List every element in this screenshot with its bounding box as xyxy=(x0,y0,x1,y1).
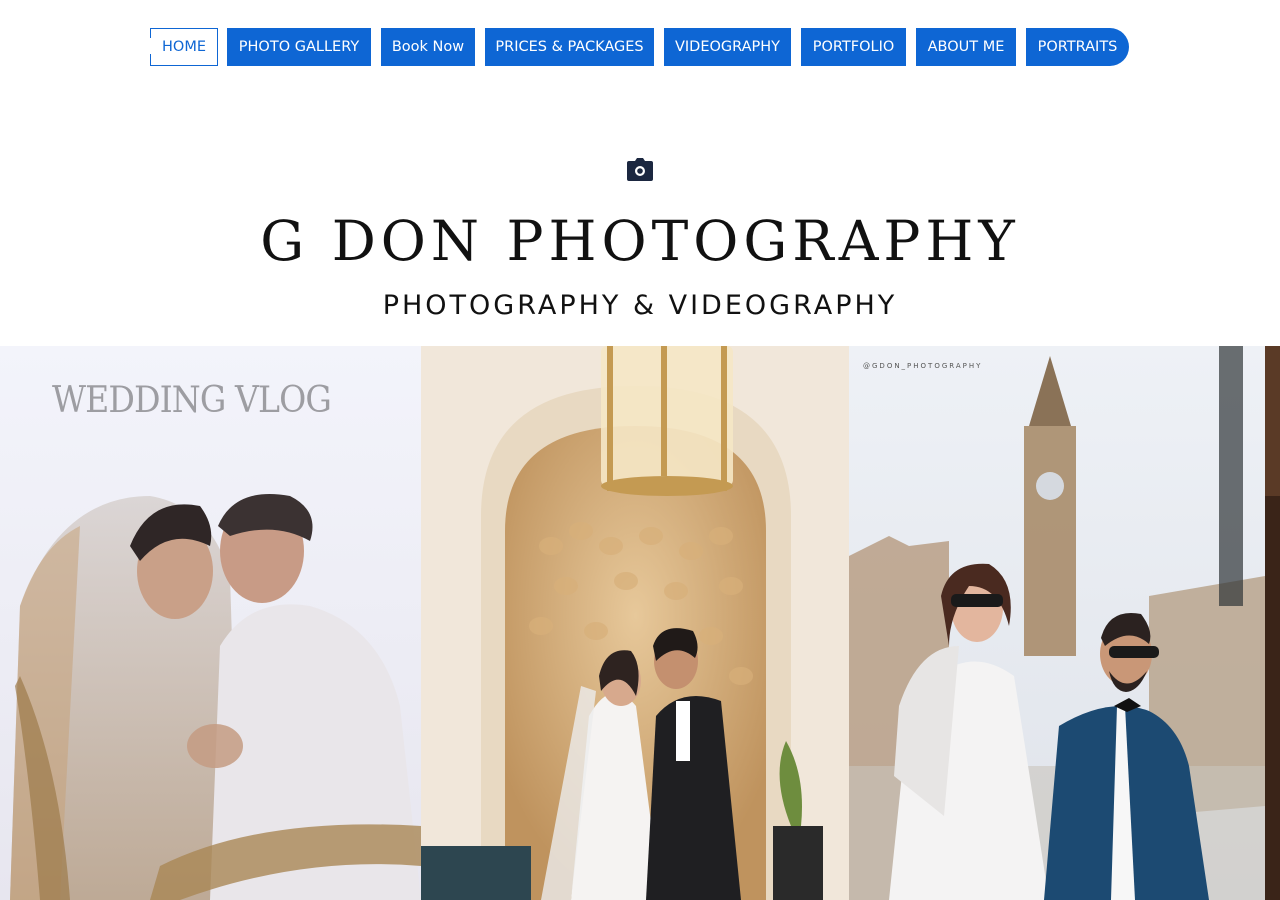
photographer-watermark: @GDON_PHOTOGRAPHY xyxy=(863,362,983,370)
gallery-tile-wedding-vlog[interactable]: WEDDING VLOG xyxy=(0,346,421,900)
wedding-vlog-photo xyxy=(0,346,421,900)
nav-home[interactable]: HOME xyxy=(150,28,218,66)
nav-portfolio[interactable]: PORTFOLIO xyxy=(801,28,906,66)
wedding-vlog-label: WEDDING VLOG xyxy=(52,380,332,421)
site-tagline: PHOTOGRAPHY & VIDEOGRAPHY xyxy=(382,290,898,321)
nav-book-now[interactable]: Book Now xyxy=(381,28,475,66)
gallery-tile-london-couple[interactable]: @GDON_PHOTOGRAPHY xyxy=(849,346,1265,900)
camera-icon xyxy=(627,158,653,181)
nav-prices-packages[interactable]: PRICES & PACKAGES xyxy=(485,28,654,66)
gallery-tile-couple-chandelier[interactable] xyxy=(421,346,849,900)
site-title[interactable]: G DON PHOTOGRAPHY xyxy=(0,208,1280,274)
hero-gallery: WEDDING VLOG @GDON_PHOTOGRAPHY xyxy=(0,346,1280,900)
nav-portraits[interactable]: PORTRAITS xyxy=(1026,28,1129,66)
partial-photo xyxy=(1265,346,1280,900)
london-couple-photo xyxy=(849,346,1265,900)
main-nav: HOME PHOTO GALLERY Book Now PRICES & PAC… xyxy=(0,28,1280,66)
nav-scroll-indicator xyxy=(150,38,152,54)
couple-chandelier-photo xyxy=(421,346,849,900)
nav-photo-gallery[interactable]: PHOTO GALLERY xyxy=(227,28,371,66)
nav-about-me[interactable]: ABOUT ME xyxy=(916,28,1016,66)
gallery-tile-partial[interactable] xyxy=(1265,346,1280,900)
nav-videography[interactable]: VIDEOGRAPHY xyxy=(664,28,791,66)
